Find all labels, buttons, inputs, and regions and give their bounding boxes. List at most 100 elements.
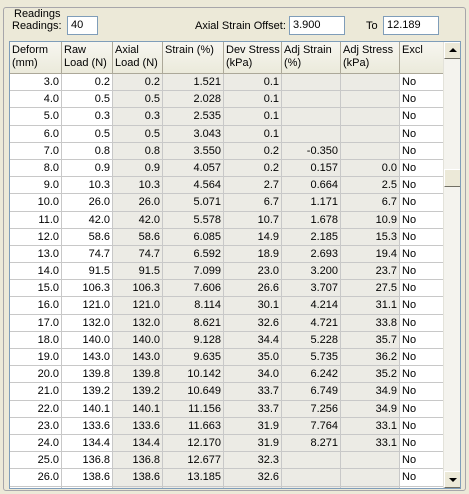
cell-raw-load[interactable]: 0.3 bbox=[62, 108, 113, 126]
table-row[interactable]: 10.0 26.0 26.0 5.071 6.7 1.171 6.7 No bbox=[10, 194, 444, 212]
table-row[interactable]: 13.0 74.7 74.7 6.592 18.9 2.693 19.4 No bbox=[10, 245, 444, 264]
cell-raw-load[interactable]: 139.8 bbox=[62, 366, 113, 384]
cell-raw-load[interactable]: 91.5 bbox=[62, 263, 113, 281]
cell-deform[interactable]: 27.0 bbox=[10, 486, 62, 488]
cell-excl[interactable]: No bbox=[400, 159, 444, 178]
table-row[interactable]: 21.0 139.2 139.2 10.649 33.7 6.749 34.9 No bbox=[10, 383, 444, 401]
cell-raw-load[interactable]: 140.1 bbox=[62, 400, 113, 418]
column-header-dev-stress[interactable]: Dev Stress (kPa) bbox=[224, 42, 282, 74]
cell-excl[interactable]: No bbox=[400, 469, 444, 487]
cell-deform[interactable]: 16.0 bbox=[10, 297, 62, 315]
cell-deform[interactable]: 9.0 bbox=[10, 177, 62, 195]
cell-excl[interactable]: No bbox=[400, 314, 444, 332]
cell-raw-load[interactable]: 138.6 bbox=[62, 469, 113, 487]
cell-deform[interactable]: 3.0 bbox=[10, 74, 62, 92]
cell-excl[interactable]: No bbox=[400, 228, 444, 246]
cell-raw-load[interactable]: 132.0 bbox=[62, 314, 113, 332]
cell-raw-load[interactable]: 74.7 bbox=[62, 245, 113, 264]
table-row[interactable]: 7.0 0.8 0.8 3.550 0.2 -0.350 No bbox=[10, 142, 444, 160]
readings-count-input[interactable]: 40 bbox=[67, 16, 98, 35]
cell-excl[interactable]: No bbox=[400, 366, 444, 384]
table-row[interactable]: 22.0 140.1 140.1 11.156 33.7 7.256 34.9 No bbox=[10, 400, 444, 418]
cell-excl[interactable]: No bbox=[400, 91, 444, 109]
table-row[interactable]: 26.0 138.6 138.6 13.185 32.6 No bbox=[10, 469, 444, 487]
cell-raw-load[interactable]: 26.0 bbox=[62, 194, 113, 212]
table-row[interactable]: 20.0 139.8 139.8 10.142 34.0 6.242 35.2 No bbox=[10, 366, 444, 384]
cell-excl[interactable]: No bbox=[400, 331, 444, 349]
table-row[interactable]: 17.0 132.0 132.0 8.621 32.6 4.721 33.8 No bbox=[10, 314, 444, 332]
cell-raw-load[interactable]: 0.8 bbox=[62, 142, 113, 160]
column-header-deform[interactable]: Deform (mm) bbox=[10, 42, 62, 74]
scroll-down-button[interactable] bbox=[444, 471, 460, 488]
scroll-up-button[interactable] bbox=[444, 42, 460, 59]
cell-excl[interactable]: No bbox=[400, 400, 444, 418]
column-header-raw-load[interactable]: Raw Load (N) bbox=[62, 42, 113, 74]
column-header-adj-strain[interactable]: Adj Strain (%) bbox=[282, 42, 341, 74]
cell-deform[interactable]: 14.0 bbox=[10, 263, 62, 281]
table-row[interactable]: 16.0 121.0 121.0 8.114 30.1 4.214 31.1 No bbox=[10, 297, 444, 315]
cell-excl[interactable]: No bbox=[400, 108, 444, 126]
cell-excl[interactable]: No bbox=[400, 452, 444, 470]
cell-excl[interactable]: No bbox=[400, 142, 444, 160]
cell-excl[interactable]: No bbox=[400, 349, 444, 367]
cell-excl[interactable]: No bbox=[400, 434, 444, 453]
cell-deform[interactable]: 11.0 bbox=[10, 211, 62, 229]
cell-deform[interactable]: 10.0 bbox=[10, 194, 62, 212]
table-row[interactable]: 23.0 133.6 133.6 11.663 31.9 7.764 33.1 No bbox=[10, 417, 444, 435]
scroll-thumb[interactable] bbox=[444, 169, 460, 187]
cell-excl[interactable]: No bbox=[400, 417, 444, 435]
offset-from-input[interactable]: 3.900 bbox=[289, 16, 345, 35]
cell-raw-load[interactable]: 121.0 bbox=[62, 297, 113, 315]
cell-deform[interactable]: 25.0 bbox=[10, 452, 62, 470]
column-header-strain[interactable]: Strain (%) bbox=[163, 42, 224, 74]
cell-raw-load[interactable]: 58.6 bbox=[62, 228, 113, 246]
cell-raw-load[interactable]: 139.4 bbox=[62, 486, 113, 488]
cell-deform[interactable]: 12.0 bbox=[10, 228, 62, 246]
table-row[interactable]: 25.0 136.8 136.8 12.677 32.3 No bbox=[10, 452, 444, 470]
table-row[interactable]: 4.0 0.5 0.5 2.028 0.1 No bbox=[10, 91, 444, 109]
cell-deform[interactable]: 26.0 bbox=[10, 469, 62, 487]
table-row[interactable]: 27.0139.4139.413.69232.6No bbox=[10, 486, 444, 488]
vertical-scrollbar[interactable] bbox=[443, 42, 460, 488]
cell-deform[interactable]: 20.0 bbox=[10, 366, 62, 384]
cell-deform[interactable]: 24.0 bbox=[10, 434, 62, 453]
cell-raw-load[interactable]: 143.0 bbox=[62, 349, 113, 367]
cell-deform[interactable]: 17.0 bbox=[10, 314, 62, 332]
column-header-adj-stress[interactable]: Adj Stress (kPa) bbox=[341, 42, 400, 74]
cell-raw-load[interactable]: 42.0 bbox=[62, 211, 113, 229]
cell-deform[interactable]: 23.0 bbox=[10, 417, 62, 435]
cell-raw-load[interactable]: 106.3 bbox=[62, 280, 113, 298]
column-header-axial-load[interactable]: Axial Load (N) bbox=[113, 42, 163, 74]
cell-deform[interactable]: 18.0 bbox=[10, 331, 62, 349]
cell-raw-load[interactable]: 0.5 bbox=[62, 125, 113, 143]
cell-excl[interactable]: No bbox=[400, 263, 444, 281]
cell-deform[interactable]: 21.0 bbox=[10, 383, 62, 401]
cell-excl[interactable]: No bbox=[400, 194, 444, 212]
cell-raw-load[interactable]: 134.4 bbox=[62, 434, 113, 453]
table-row[interactable]: 24.0 134.4 134.4 12.170 31.9 8.271 33.1 No bbox=[10, 434, 444, 453]
cell-excl[interactable]: No bbox=[400, 486, 444, 488]
table-row[interactable]: 15.0 106.3 106.3 7.606 26.6 3.707 27.5 No bbox=[10, 280, 444, 298]
cell-deform[interactable]: 22.0 bbox=[10, 400, 62, 418]
cell-excl[interactable]: No bbox=[400, 280, 444, 298]
cell-deform[interactable]: 8.0 bbox=[10, 159, 62, 178]
cell-raw-load[interactable]: 136.8 bbox=[62, 452, 113, 470]
cell-raw-load[interactable]: 0.9 bbox=[62, 159, 113, 178]
cell-deform[interactable]: 4.0 bbox=[10, 91, 62, 109]
cell-raw-load[interactable]: 0.2 bbox=[62, 74, 113, 92]
cell-excl[interactable]: No bbox=[400, 297, 444, 315]
cell-raw-load[interactable]: 10.3 bbox=[62, 177, 113, 195]
offset-to-input[interactable]: 12.189 bbox=[383, 16, 439, 35]
cell-raw-load[interactable]: 133.6 bbox=[62, 417, 113, 435]
cell-deform[interactable]: 19.0 bbox=[10, 349, 62, 367]
cell-excl[interactable]: No bbox=[400, 211, 444, 229]
cell-deform[interactable]: 15.0 bbox=[10, 280, 62, 298]
column-header-excl[interactable]: Excl bbox=[400, 42, 444, 74]
table-row[interactable]: 19.0 143.0 143.0 9.635 35.0 5.735 36.2 No bbox=[10, 349, 444, 367]
readings-grid[interactable]: Deform (mm) Raw Load (N) Axial Load (N) Strain… bbox=[9, 41, 461, 489]
table-row[interactable]: 8.0 0.9 0.9 4.057 0.2 0.157 0.0 No bbox=[10, 159, 444, 178]
table-row[interactable]: 14.0 91.5 91.5 7.099 23.0 3.200 23.7 No bbox=[10, 263, 444, 281]
cell-deform[interactable]: 7.0 bbox=[10, 142, 62, 160]
table-row[interactable]: 12.0 58.6 58.6 6.085 14.9 2.185 15.3 No bbox=[10, 228, 444, 246]
cell-deform[interactable]: 13.0 bbox=[10, 245, 62, 264]
